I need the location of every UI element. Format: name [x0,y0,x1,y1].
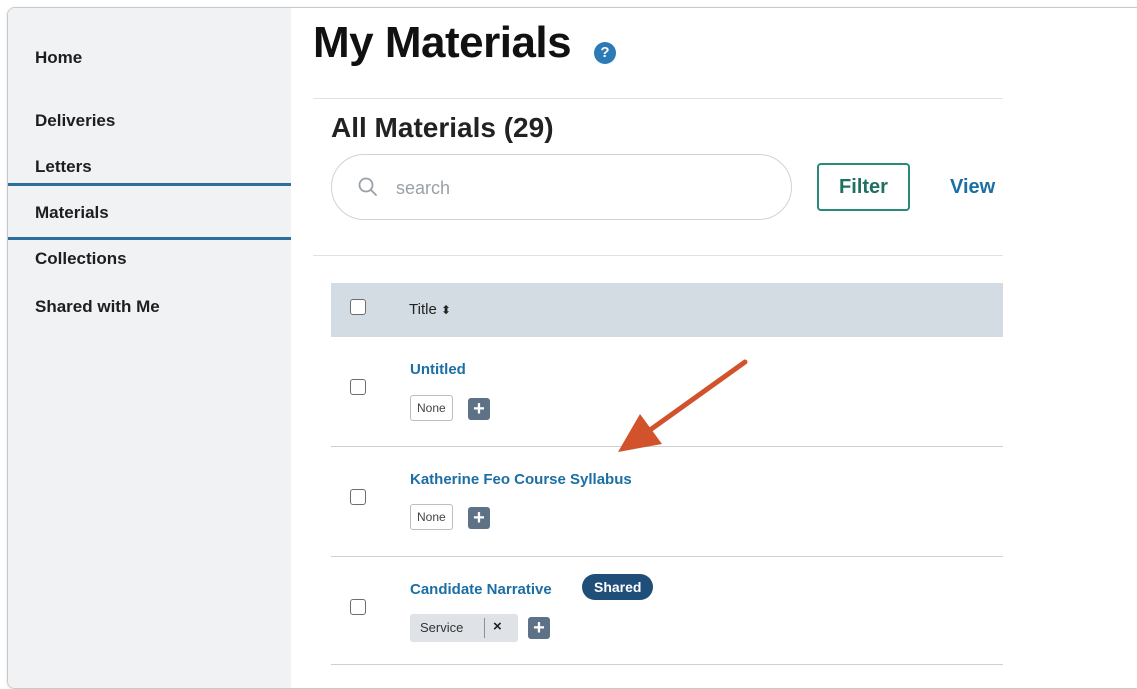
add-tag-button[interactable]: + [468,507,490,529]
sidebar-item-label: Deliveries [35,111,116,130]
sidebar-item-label: Letters [35,157,92,176]
row-divider [331,446,1003,447]
material-title-link[interactable]: Untitled [410,361,466,378]
sidebar-item-label: Collections [35,249,127,268]
remove-tag-icon[interactable]: × [493,618,502,635]
sidebar-item-shared-with-me[interactable]: Shared with Me [8,297,291,317]
row-divider [331,664,1003,665]
table-header: Title ⬍ [331,283,1003,337]
sidebar: Home Deliveries Letters Materials Collec… [8,8,291,688]
page-title: My Materials [313,18,572,67]
tag-none: None [410,504,453,530]
sidebar-item-collections[interactable]: Collections [8,249,291,269]
help-icon[interactable]: ? [594,42,616,64]
row-checkbox[interactable] [350,379,366,395]
divider [313,255,1003,256]
add-tag-button[interactable]: + [468,398,490,420]
sort-icon: ⬍ [440,303,452,317]
divider [313,98,1003,99]
sidebar-item-deliveries[interactable]: Deliveries [8,111,291,131]
select-all-checkbox[interactable] [350,299,366,315]
sidebar-item-letters[interactable]: Letters [8,157,291,177]
search-input[interactable] [394,173,758,203]
row-divider [331,556,1003,557]
material-title-link[interactable]: Katherine Feo Course Syllabus [410,471,632,488]
search-icon [358,177,377,196]
tag-none: None [410,395,453,421]
section-title: All Materials (29) [331,112,554,143]
sidebar-item-label: Home [35,48,83,67]
sidebar-item-materials[interactable]: Materials [8,203,291,223]
sidebar-item-home[interactable]: Home [8,48,291,68]
shared-badge: Shared [582,574,654,600]
tag-separator [484,618,485,638]
row-checkbox[interactable] [350,599,366,615]
search-box [331,154,792,220]
view-link[interactable]: View [950,176,995,199]
filter-button[interactable]: Filter [817,163,910,211]
active-indicator-bottom [8,237,291,240]
active-indicator-top [8,183,291,186]
app-window: Home Deliveries Letters Materials Collec… [7,7,1137,689]
tag-label: Service [420,620,464,635]
row-checkbox[interactable] [350,489,366,505]
sidebar-item-label: Shared with Me [35,297,160,316]
add-tag-button[interactable]: + [528,617,550,639]
column-header-label: Title [409,301,437,318]
sidebar-item-label: Materials [35,203,109,222]
column-header-title[interactable]: Title ⬍ [409,301,451,318]
main-content: My Materials ? All Materials (29) Filter… [291,8,1137,688]
tag-service: Service × [410,614,518,642]
material-title-link[interactable]: Candidate Narrative [410,581,552,598]
